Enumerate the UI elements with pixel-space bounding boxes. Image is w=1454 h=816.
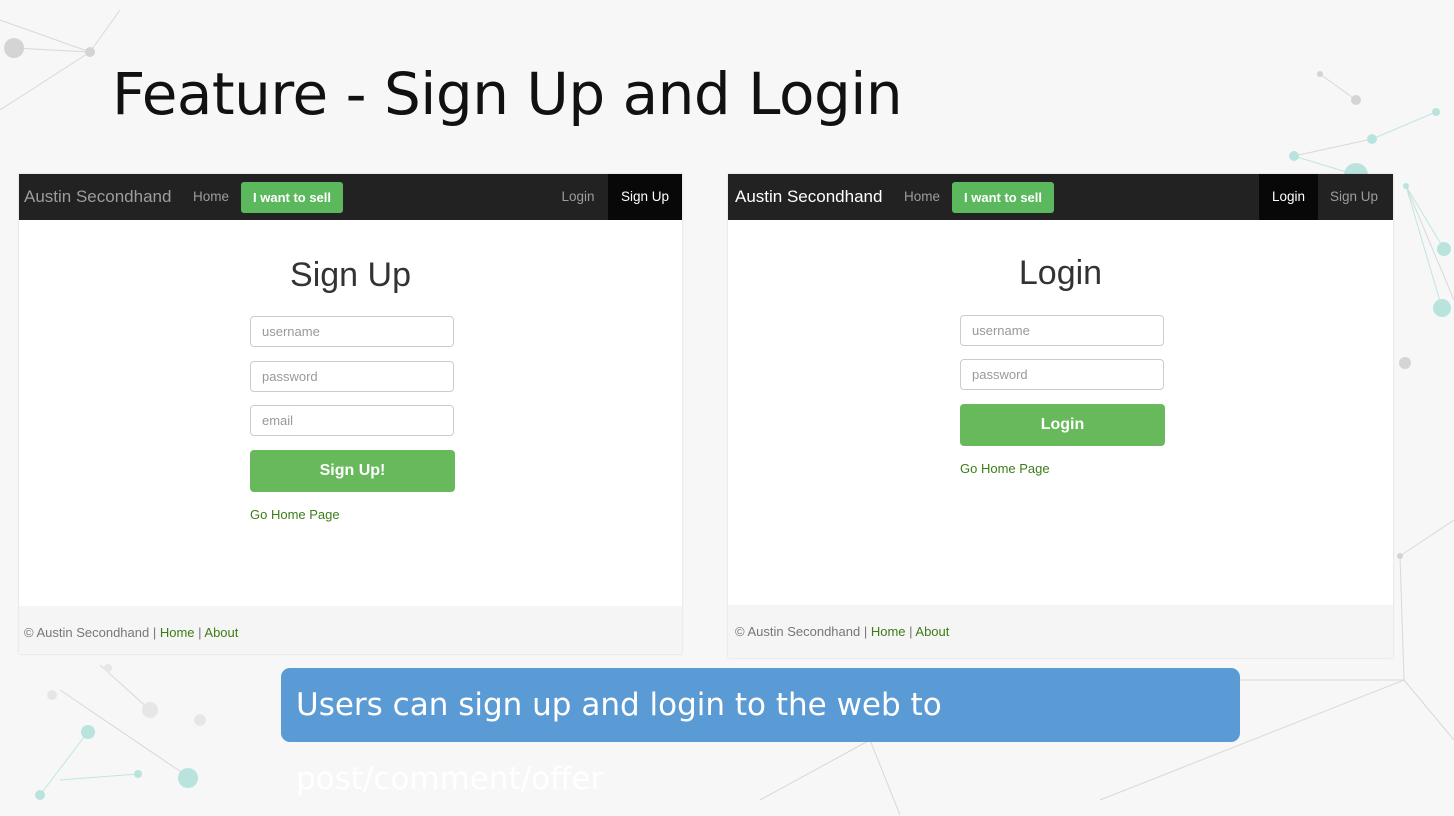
- signup-submit-button[interactable]: Sign Up!: [250, 450, 455, 492]
- nav-signup-link[interactable]: Sign Up: [1319, 174, 1389, 220]
- footer-home-link[interactable]: Home: [160, 625, 195, 640]
- go-home-link[interactable]: Go Home Page: [960, 461, 1050, 476]
- email-input[interactable]: [250, 405, 454, 436]
- password-input[interactable]: [250, 361, 454, 392]
- slide-title: Feature - Sign Up and Login: [112, 60, 903, 128]
- username-input[interactable]: [960, 315, 1164, 346]
- nav-signup-link[interactable]: Sign Up: [608, 174, 682, 220]
- footer-separator: |: [905, 624, 916, 639]
- footer-about-link[interactable]: About: [915, 624, 949, 639]
- footer: © Austin Secondhand | Home | About: [19, 606, 682, 654]
- form-title: Login: [1018, 254, 1103, 292]
- sell-button[interactable]: I want to sell: [241, 182, 344, 213]
- caption-banner: Users can sign up and login to the web t…: [281, 668, 1240, 797]
- footer-about-link[interactable]: About: [204, 625, 238, 640]
- nav-home-link[interactable]: Home: [183, 174, 239, 220]
- login-screenshot-panel: Austin Secondhand Home I want to sell Lo…: [728, 174, 1393, 658]
- footer-home-link[interactable]: Home: [871, 624, 906, 639]
- navbar-brand[interactable]: Austin Secondhand: [735, 174, 882, 220]
- navbar-brand[interactable]: Austin Secondhand: [24, 174, 171, 220]
- form-title: Sign Up: [290, 256, 411, 294]
- footer: © Austin Secondhand | Home | About: [728, 605, 1393, 658]
- sell-button[interactable]: I want to sell: [952, 182, 1055, 213]
- footer-copyright: © Austin Secondhand |: [24, 625, 160, 640]
- signup-screenshot-panel: Austin Secondhand Home I want to sell Lo…: [19, 174, 682, 654]
- footer-separator: |: [194, 625, 205, 640]
- nav-login-link[interactable]: Login: [1259, 174, 1318, 220]
- navbar: Austin Secondhand Home I want to sell Lo…: [19, 174, 682, 220]
- password-input[interactable]: [960, 359, 1164, 390]
- login-submit-button[interactable]: Login: [960, 404, 1165, 446]
- username-input[interactable]: [250, 316, 454, 347]
- nav-login-link[interactable]: Login: [550, 174, 606, 220]
- navbar: Austin Secondhand Home I want to sell Lo…: [728, 174, 1393, 220]
- nav-home-link[interactable]: Home: [894, 174, 950, 220]
- footer-copyright: © Austin Secondhand |: [735, 624, 871, 639]
- go-home-link[interactable]: Go Home Page: [250, 507, 340, 522]
